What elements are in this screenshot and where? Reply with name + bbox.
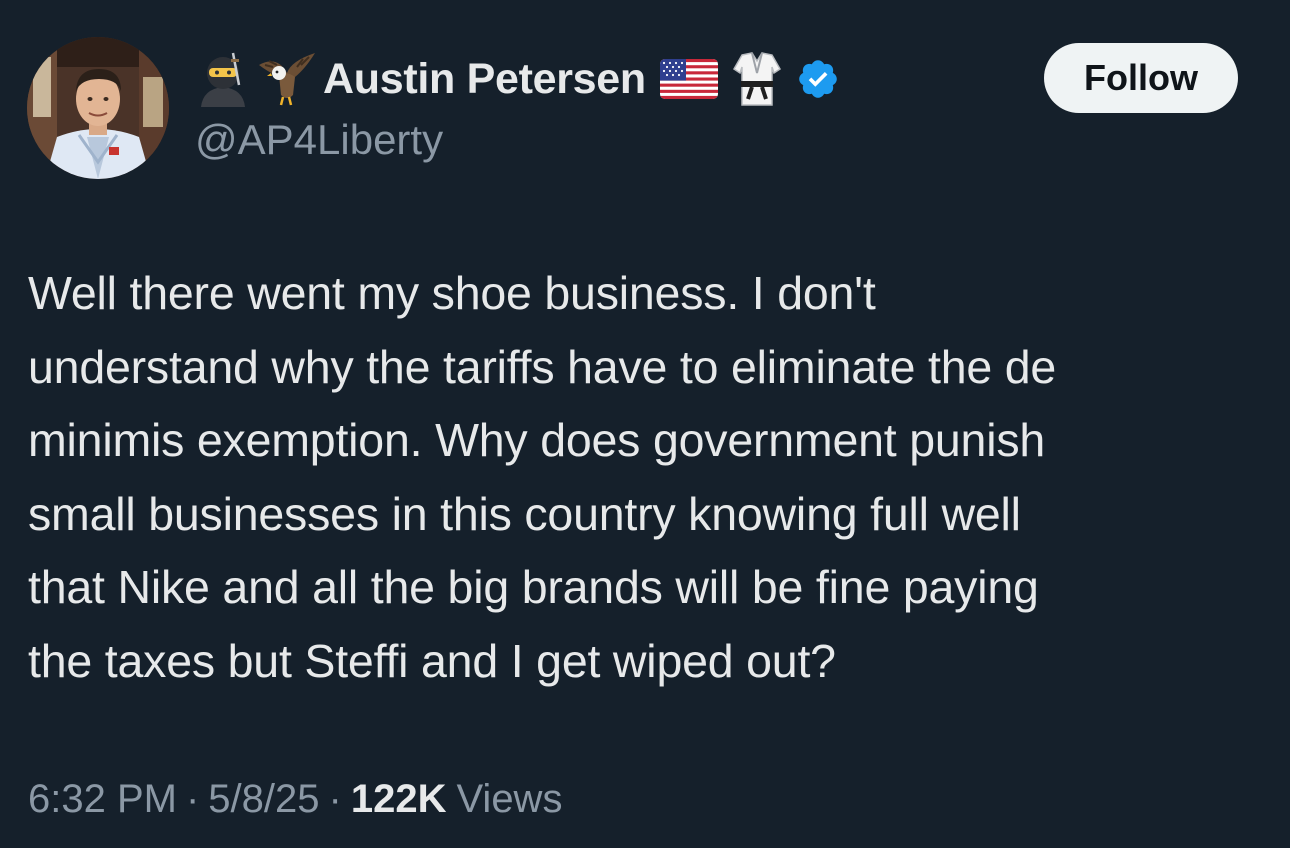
us-flag-icon <box>659 59 718 99</box>
views-label: Views <box>456 777 563 821</box>
tweet-date[interactable]: 5/8/25 <box>208 777 319 822</box>
verified-badge-icon <box>796 57 840 101</box>
ninja-icon <box>195 51 251 107</box>
tweet-text-line: small businesses in this country knowing… <box>28 487 1021 540</box>
tweet-time[interactable]: 6:32 PM <box>28 777 177 822</box>
tweet-meta: 6:32 PM · 5/8/25 · 122K Views <box>28 777 562 822</box>
tweet-text: Well there went my shoe business. I don'… <box>28 257 1268 698</box>
tweet-text-line: the taxes but Steffi and I get wiped out… <box>28 634 836 687</box>
tweet-text-line: that Nike and all the big brands will be… <box>28 561 1039 613</box>
tweet-text-line: understand why the tariffs have to elimi… <box>28 340 1057 393</box>
views-count: 122K <box>350 777 447 821</box>
tweet-text-line: Well there went my shoe business. I don'… <box>28 267 876 319</box>
eagle-icon <box>257 51 319 107</box>
meta-separator: · <box>328 777 342 821</box>
author-handle[interactable]: @AP4Liberty <box>195 116 443 164</box>
author-name-row: Austin Petersen <box>195 50 846 108</box>
avatar-photo <box>27 37 169 179</box>
tweet-text-line: minimis exemption. Why does government p… <box>28 414 1046 466</box>
meta-separator: · <box>185 777 200 821</box>
martial-arts-uniform-icon <box>732 51 782 107</box>
author-avatar[interactable] <box>27 37 169 179</box>
author-display-name[interactable]: Austin Petersen <box>323 55 646 104</box>
follow-button[interactable]: Follow <box>1044 43 1238 113</box>
